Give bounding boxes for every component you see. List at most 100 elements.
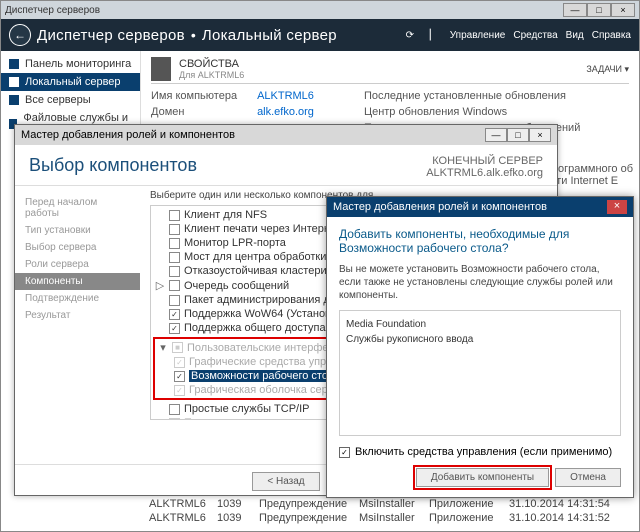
checkbox-checked-icon[interactable] [174,385,185,396]
checkbox-checked-icon[interactable] [169,309,180,320]
ribbon-right: ⟳ ▏ Управление Средства Вид Справка [402,27,631,43]
properties-subtitle: Для ALKTRML6 [179,70,244,80]
event-source: MsiInstaller [359,498,419,510]
wizard-maximize-button[interactable]: □ [507,128,529,142]
wizard-nav-install-type[interactable]: Тип установки [15,222,140,239]
dest-label: КОНЕЧНЫЙ СЕРВЕР [426,155,543,167]
maximize-button[interactable]: □ [587,3,611,17]
menu-manage[interactable]: Управление [450,30,506,41]
checkbox-icon[interactable] [169,295,180,306]
event-log: Приложение [429,498,499,510]
checkbox-icon[interactable] [169,252,180,263]
event-time: 31.10.2014 14:31:52 [509,512,610,524]
cancel-button[interactable]: Отмена [555,468,621,487]
wizard-titlebar: Мастер добавления ролей и компонентов — … [15,125,557,145]
wizard-header: Выбор компонентов КОНЕЧНЫЙ СЕРВЕР ALKTRM… [15,145,557,186]
event-level: Предупреждение [259,512,349,524]
wizard-nav: Перед началом работы Тип установки Выбор… [15,186,140,464]
server-icon [151,57,171,81]
menu-help[interactable]: Справка [592,30,631,41]
prop-value-domain[interactable]: alk.efko.org [257,106,314,118]
sidebar-item-dashboard[interactable]: Панель мониторинга [1,55,140,73]
popup-close-button[interactable]: × [607,200,627,214]
event-server: ALKTRML6 [149,512,207,524]
titlebar: Диспетчер серверов — □ × [1,1,639,19]
prop-label-updates: Последние установленные обновления [364,90,580,102]
checkbox-checked-icon[interactable] [174,357,185,368]
refresh-icon[interactable]: ⟳ [402,27,418,43]
dashboard-icon [9,59,19,69]
close-button[interactable]: × [611,3,635,17]
sidebar-item-local-server[interactable]: Локальный сервер [1,73,140,91]
event-row[interactable]: ALKTRML6 1039 Предупреждение MsiInstalle… [149,497,631,511]
minimize-button[interactable]: — [563,3,587,17]
popup-required-list: Media Foundation Службы рукописного ввод… [339,310,621,436]
event-level: Предупреждение [259,498,349,510]
event-time: 31.10.2014 14:31:54 [509,498,610,510]
all-servers-icon [9,95,19,105]
sidebar-item-label: Панель мониторинга [25,58,131,70]
ribbon: ← Диспетчер серверов • Локальный сервер … [1,19,639,51]
checkbox-icon[interactable] [169,238,180,249]
wizard-nav-server-select[interactable]: Выбор сервера [15,239,140,256]
checkbox-icon[interactable] [169,404,180,415]
popup-message: Вы не можете установить Возможности рабо… [339,263,621,302]
event-log: Приложение [429,512,499,524]
checkbox-icon[interactable] [169,266,180,277]
event-server: ALKTRML6 [149,498,207,510]
checkbox-icon[interactable] [169,280,180,291]
nav-back-icon[interactable]: ← [9,24,31,46]
sidebar-item-label: Локальный сервер [25,76,121,88]
popup-titlebar: Мастер добавления ролей и компонентов × [327,197,633,217]
wizard-minimize-button[interactable]: — [485,128,507,142]
event-id: 1039 [217,498,249,510]
sidebar-item-all-servers[interactable]: Все серверы [1,91,140,109]
wizard-destination: КОНЕЧНЫЙ СЕРВЕР ALKTRML6.alk.efko.org [426,155,543,179]
feature-label: Монитор LPR-порта [184,237,286,249]
prop-value-computer[interactable]: ALKTRML6 [257,90,314,102]
add-features-button[interactable]: Добавить компоненты [416,468,549,487]
feature-label: Клиент для NFS [184,209,267,221]
sidebar-item-label: Все серверы [25,94,91,106]
checkbox-checked-icon[interactable] [339,447,350,458]
popup-heading: Добавить компоненты, необходимые для Воз… [339,227,621,255]
checkbox-checked-icon[interactable] [169,323,180,334]
wizard-nav-server-roles[interactable]: Роли сервера [15,256,140,273]
tasks-menu[interactable]: ЗАДАЧИ ▾ [586,64,629,75]
popup-include-tools-checkbox[interactable]: Включить средства управления (если приме… [339,446,621,458]
event-source: MsiInstaller [359,512,419,524]
checkbox-icon[interactable] [169,224,180,235]
local-server-icon [9,77,19,87]
wizard-nav-features[interactable]: Компоненты [15,273,140,290]
event-row[interactable]: ALKTRML6 1039 Предупреждение MsiInstalle… [149,511,631,525]
events-list: ALKTRML6 1039 Предупреждение MsiInstalle… [149,497,631,525]
expand-icon[interactable]: ▷ [155,279,165,292]
flag-icon[interactable]: ▏ [426,27,442,43]
event-id: 1039 [217,512,249,524]
window-controls: — □ × [563,3,635,17]
back-button[interactable]: < Назад [252,472,319,491]
required-feature: Media Foundation [346,317,614,332]
checkbox-indeterminate-icon[interactable]: ■ [172,342,183,353]
feature-label: Возможности рабочего стола [189,370,342,382]
wizard-close-button[interactable]: × [529,128,551,142]
checkbox-icon[interactable] [169,210,180,221]
breadcrumb-page[interactable]: Локальный сервер [202,27,337,44]
wizard-nav-results[interactable]: Результат [15,307,140,324]
popup-buttons: Добавить компоненты Отмена [339,468,621,487]
wizard-nav-before-begin[interactable]: Перед началом работы [15,194,140,222]
add-features-popup: Мастер добавления ролей и компонентов × … [326,196,634,498]
wizard-heading: Выбор компонентов [29,155,197,176]
popup-checkbox-label: Включить средства управления (если приме… [355,446,612,458]
breadcrumb-root[interactable]: Диспетчер серверов [37,27,185,44]
wizard-nav-confirm[interactable]: Подтверждение [15,290,140,307]
menu-view[interactable]: Вид [566,30,584,41]
dest-server: ALKTRML6.alk.efko.org [426,167,543,179]
checkbox-icon[interactable] [169,418,180,421]
checkbox-checked-icon[interactable] [174,371,185,382]
prop-label-domain: Домен [151,106,237,118]
collapse-icon[interactable]: ▾ [158,341,168,354]
menu-tools[interactable]: Средства [513,30,557,41]
required-feature: Службы рукописного ввода [346,332,614,347]
popup-body: Добавить компоненты, необходимые для Воз… [327,217,633,497]
